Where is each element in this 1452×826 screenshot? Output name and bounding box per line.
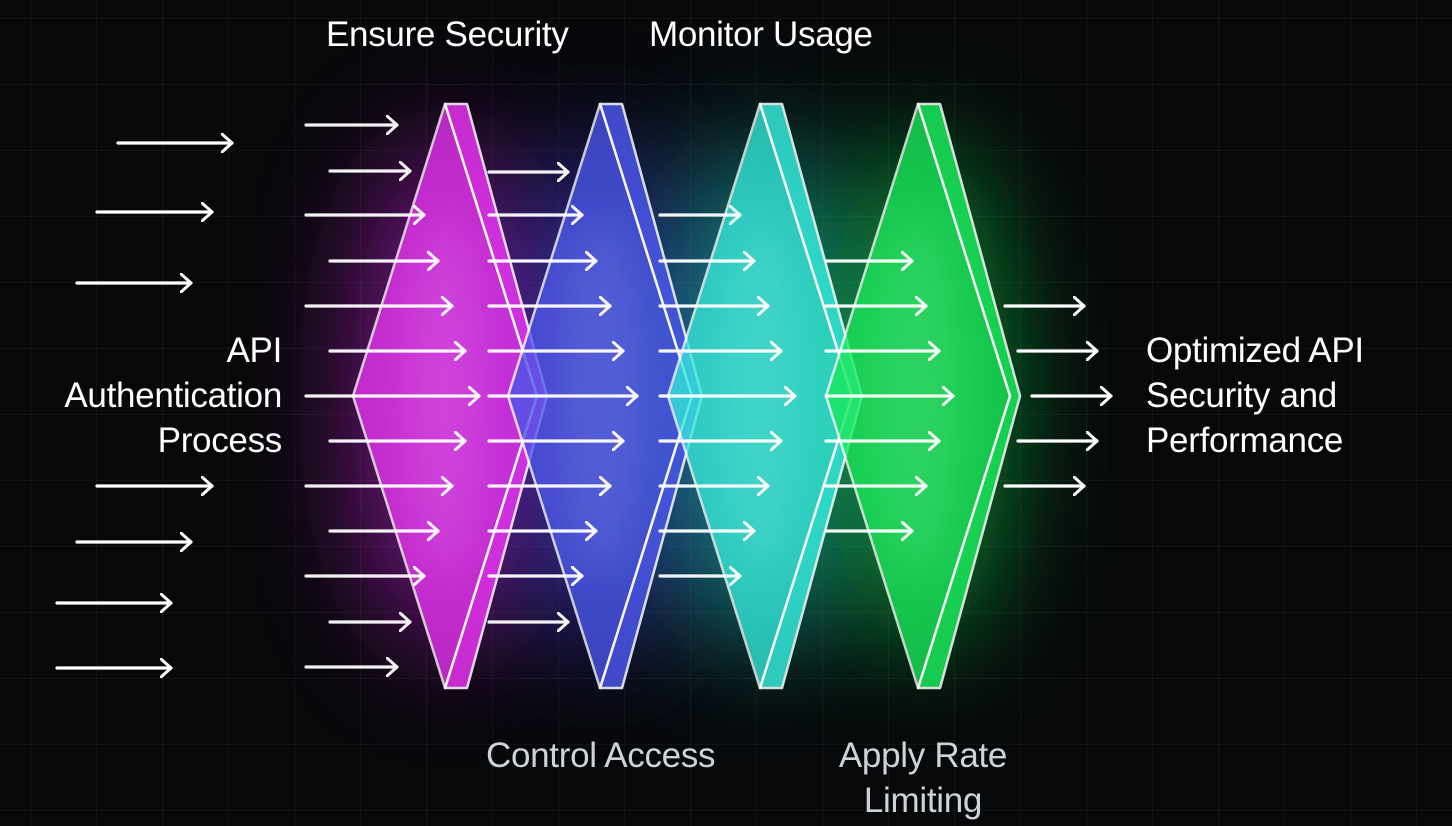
stage-label-apply-rate-limiting: Apply Rate Limiting: [838, 736, 1008, 820]
output-label-line: Optimized API: [1146, 331, 1364, 370]
output-label-line: Performance: [1146, 421, 1344, 460]
output-label: Optimized API Security and Performance: [1146, 328, 1364, 463]
input-label: API Authentication Process: [20, 328, 282, 463]
input-label-line: API: [226, 331, 282, 370]
diagram-canvas: API Authentication Process Optimized API…: [0, 0, 1452, 826]
stage-label-ensure-security: Ensure Security: [326, 15, 569, 54]
stage-label-monitor-usage: Monitor Usage: [649, 15, 873, 54]
stage-label-control-access: Control Access: [486, 736, 716, 775]
input-label-line: Process: [157, 421, 283, 460]
input-label-line: Authentication: [64, 376, 282, 415]
output-label-line: Security and: [1146, 376, 1337, 415]
